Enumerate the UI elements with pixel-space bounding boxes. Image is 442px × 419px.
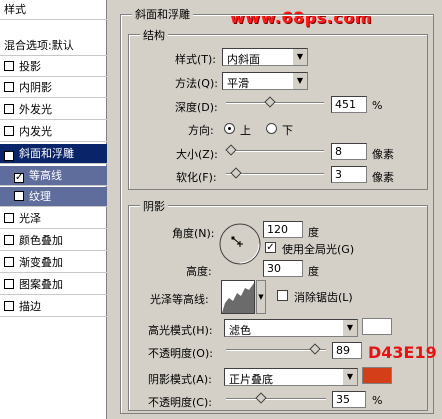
direction-label: 方向: [188, 124, 214, 137]
depth-unit: % [372, 99, 383, 112]
shadow-color-hex-annotation: D43E19 [368, 343, 437, 362]
contour-curve-icon [222, 283, 254, 313]
shadow-opacity-slider-track[interactable] [226, 398, 326, 400]
style-item-inner-glow[interactable]: 内发光 [0, 122, 107, 142]
technique-value: 平滑 [227, 77, 249, 90]
highlight-mode-value: 滤色 [229, 324, 251, 337]
style-label: 投影 [19, 60, 41, 73]
checkbox-pattern-overlay[interactable] [4, 279, 14, 289]
style-label: 光泽 [19, 212, 41, 225]
chevron-down-icon: ▼ [342, 369, 357, 385]
size-slider-track[interactable] [226, 150, 324, 152]
checkbox-satin[interactable] [4, 213, 14, 223]
style-item-inner-shadow[interactable]: 内阴影 [0, 78, 107, 98]
soften-unit: 像素 [372, 171, 394, 184]
style-label: 图案叠加 [19, 278, 63, 291]
checkbox-color-overlay[interactable] [4, 235, 14, 245]
bevel-style-select[interactable]: 内斜面 ▼ [222, 48, 308, 66]
shadow-mode-label: 阴影模式(A): [148, 373, 212, 386]
style-label: 斜面和浮雕 [19, 147, 74, 160]
checkbox-inner-glow[interactable] [4, 126, 14, 136]
angle-label: 角度(N): [172, 227, 215, 240]
shadow-opacity-label: 不透明度(C): [148, 396, 212, 409]
blending-options-label: 混合选项:默认 [4, 39, 74, 52]
checkbox-contour[interactable]: ✓ [14, 173, 24, 183]
angle-input[interactable]: 120 [263, 221, 303, 238]
shadow-mode-value: 正片叠底 [229, 373, 273, 386]
angle-dial[interactable] [218, 222, 262, 266]
gloss-contour-picker[interactable] [221, 280, 255, 314]
checkbox-drop-shadow[interactable] [4, 61, 14, 71]
style-item-contour[interactable]: ✓ 等高线 [0, 166, 107, 186]
checkbox-texture[interactable] [14, 191, 24, 201]
depth-label: 深度(D): [175, 101, 218, 114]
size-label: 大小(Z): [176, 148, 218, 161]
style-item-bevel-emboss[interactable]: ✓ 斜面和浮雕 [0, 144, 107, 164]
checkbox-bevel-emboss[interactable]: ✓ [4, 151, 14, 161]
soften-input[interactable]: 3 [331, 166, 367, 183]
highlight-opacity-input[interactable]: 89 [332, 342, 362, 359]
style-label: 描边 [19, 300, 41, 313]
blending-options-item[interactable]: 混合选项:默认 [0, 36, 107, 56]
style-item-texture[interactable]: 纹理 [0, 187, 107, 207]
gloss-contour-label: 光泽等高线: [150, 293, 209, 306]
depth-input[interactable]: 451 [331, 96, 367, 113]
bevel-style-value: 内斜面 [227, 53, 260, 66]
styles-header-label: 样式 [4, 3, 26, 16]
style-item-stroke[interactable]: 描边 [0, 297, 107, 317]
checkbox-stroke[interactable] [4, 301, 14, 311]
size-input[interactable]: 8 [331, 143, 367, 160]
style-label: 纹理 [29, 190, 51, 203]
soften-label: 软化(F): [176, 171, 217, 184]
highlight-mode-label: 高光模式(H): [148, 324, 213, 337]
style-item-gradient-overlay[interactable]: 渐变叠加 [0, 253, 107, 273]
style-item-color-overlay[interactable]: 颜色叠加 [0, 231, 107, 251]
direction-up-radio[interactable] [224, 123, 235, 134]
highlight-opacity-label: 不透明度(O): [148, 347, 213, 360]
style-label: 内阴影 [19, 81, 52, 94]
direction-down-radio[interactable] [266, 123, 277, 134]
altitude-input[interactable]: 30 [263, 260, 303, 277]
direction-down-label: 下 [282, 124, 293, 137]
styles-header[interactable]: 样式 [0, 0, 107, 20]
size-unit: 像素 [372, 148, 394, 161]
bevel-emboss-title: 斜面和浮雕 [132, 6, 193, 22]
chevron-down-icon[interactable]: ▼ [256, 280, 266, 314]
style-label: 颜色叠加 [19, 234, 63, 247]
shading-title: 阴影 [140, 198, 168, 214]
style-item-pattern-overlay[interactable]: 图案叠加 [0, 275, 107, 295]
chevron-down-icon: ▼ [292, 49, 307, 65]
anti-alias-label: 消除锯齿(L) [294, 291, 353, 304]
shadow-opacity-input[interactable]: 35 [332, 391, 366, 408]
chevron-down-icon: ▼ [292, 73, 307, 89]
structure-title: 结构 [140, 27, 168, 43]
style-item-outer-glow[interactable]: 外发光 [0, 100, 107, 120]
style-label: 等高线 [29, 169, 62, 182]
technique-select[interactable]: 平滑 ▼ [222, 72, 308, 90]
highlight-mode-select[interactable]: 滤色 ▼ [224, 319, 358, 337]
styles-list: 样式 混合选项:默认 投影 内阴影 外发光 内发光 ✓ 斜面和浮雕 ✓ 等高线 纹理… [0, 0, 107, 419]
style-label: 内发光 [19, 125, 52, 138]
style-item-drop-shadow[interactable]: 投影 [0, 57, 107, 77]
style-label: 渐变叠加 [19, 256, 63, 269]
global-light-label: 使用全局光(G) [282, 243, 355, 256]
altitude-unit: 度 [308, 265, 319, 278]
style-item-satin[interactable]: 光泽 [0, 209, 107, 229]
direction-up-label: 上 [240, 124, 251, 137]
shadow-mode-select[interactable]: 正片叠底 ▼ [224, 368, 358, 386]
style-label: 外发光 [19, 103, 52, 116]
anti-alias-checkbox[interactable] [277, 290, 288, 301]
altitude-label: 高度: [186, 265, 212, 278]
angle-unit: 度 [308, 226, 319, 239]
highlight-color-swatch[interactable] [362, 318, 392, 335]
shadow-color-swatch[interactable] [362, 367, 392, 384]
global-light-checkbox[interactable]: ✓ [265, 242, 276, 253]
checkbox-gradient-overlay[interactable] [4, 257, 14, 267]
chevron-down-icon: ▼ [342, 320, 357, 336]
style-label: 样式(T): [175, 53, 217, 66]
shadow-opacity-unit: % [372, 394, 383, 407]
method-label: 方法(Q): [175, 77, 218, 90]
checkbox-outer-glow[interactable] [4, 104, 14, 114]
checkbox-inner-shadow[interactable] [4, 82, 14, 92]
